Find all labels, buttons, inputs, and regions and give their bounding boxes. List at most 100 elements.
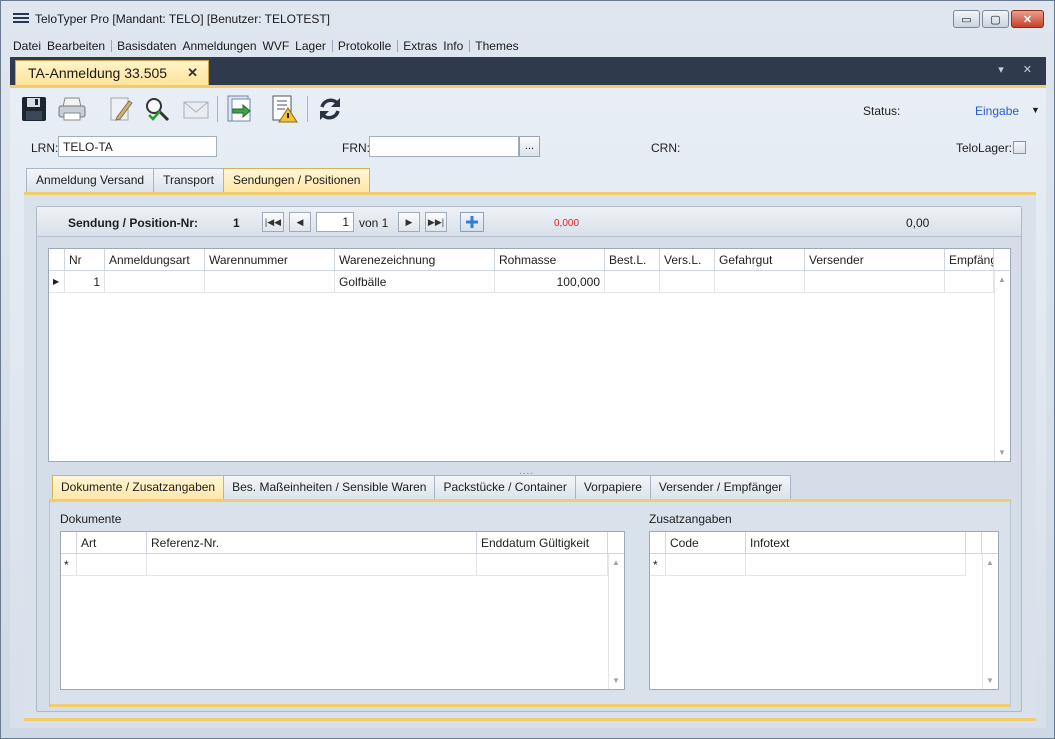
column-header[interactable]: Best.L. [605, 249, 660, 271]
cell-gefahrgut[interactable] [715, 271, 805, 293]
toolbar: Status: Eingabe ▼ [10, 88, 1046, 130]
tab-bes-masseinheiten[interactable]: Bes. Maßeinheiten / Sensible Waren [223, 475, 436, 499]
menu-themes[interactable]: Themes [475, 39, 524, 53]
edit-icon [110, 97, 133, 121]
save-button[interactable] [19, 94, 49, 124]
cell-art[interactable] [77, 554, 147, 576]
cell-best-l[interactable] [605, 271, 660, 293]
menu-datei[interactable]: Datei [13, 39, 47, 53]
first-record-button[interactable]: |◀◀ [262, 212, 284, 232]
new-row-icon: * [650, 554, 666, 576]
row-indicator-header [61, 532, 77, 554]
export-button[interactable] [224, 94, 254, 124]
menu-basisdaten[interactable]: Basisdaten [117, 39, 182, 53]
documents-header: Art Referenz-Nr. Enddatum Gültigkeit [61, 532, 624, 554]
column-header[interactable]: Referenz-Nr. [147, 532, 477, 554]
tab-dokumente-zusatzangaben[interactable]: Dokumente / Zusatzangaben [52, 475, 225, 499]
add-record-button[interactable] [460, 212, 484, 232]
frn-lookup-button[interactable]: ... [519, 136, 540, 157]
position-number-label: Sendung / Position-Nr: [68, 216, 198, 230]
menu-extras[interactable]: Extras [403, 39, 443, 53]
document-tab[interactable]: TA-Anmeldung 33.505 ✕ [15, 60, 209, 85]
vertical-scrollbar[interactable]: ▲ ▼ [982, 554, 998, 689]
telolager-checkbox[interactable] [1013, 141, 1026, 154]
column-header[interactable]: Vers.L. [660, 249, 715, 271]
last-record-button[interactable]: ▶▶| [425, 212, 447, 232]
tabstrip-controls[interactable]: ▾ ✕ [998, 63, 1040, 76]
menu-separator [111, 40, 113, 52]
column-header[interactable]: Art [77, 532, 147, 554]
tab-versender-empfaenger[interactable]: Versender / Empfänger [649, 475, 792, 499]
cell-referenz[interactable] [147, 554, 477, 576]
frn-field[interactable] [369, 136, 519, 157]
scroll-up-icon[interactable]: ▲ [998, 275, 1006, 284]
scroll-down-icon[interactable]: ▼ [986, 676, 994, 685]
menu-bearbeiten[interactable]: Bearbeiten [47, 39, 111, 53]
tab-transport[interactable]: Transport [153, 168, 224, 192]
cell-vers-l[interactable] [660, 271, 715, 293]
table-row[interactable]: ▶ 1 Golfbälle 100,000 [49, 271, 994, 293]
cell-code[interactable] [666, 554, 746, 576]
menu-lager[interactable]: Lager [295, 39, 332, 53]
print-button[interactable] [57, 94, 87, 124]
menu-protokolle[interactable]: Protokolle [338, 39, 397, 53]
column-header[interactable]: Versender [805, 249, 945, 271]
column-header[interactable]: Anmeldungsart [105, 249, 205, 271]
sendungen-panel: Sendung / Position-Nr: 1 |◀◀ ◀ 1 von 1 ▶… [24, 192, 1036, 718]
menu-info[interactable]: Info [443, 39, 469, 53]
vertical-scrollbar[interactable]: ▲ ▼ [994, 271, 1010, 461]
column-header[interactable]: Warenezeichnung [335, 249, 495, 271]
restore-button[interactable]: ▢ [982, 10, 1009, 28]
menu-wvf[interactable]: WVF [263, 39, 296, 53]
tab-close-icon[interactable]: ✕ [187, 65, 198, 81]
cell-rohmasse[interactable]: 100,000 [495, 271, 605, 293]
new-row[interactable]: * [650, 554, 966, 576]
column-header[interactable]: Enddatum Gültigkeit [477, 532, 608, 554]
blank-header [966, 532, 982, 554]
column-header[interactable]: Nr [65, 249, 105, 271]
tab-sendungen-positionen[interactable]: Sendungen / Positionen [222, 168, 371, 192]
search-button[interactable] [142, 94, 172, 124]
refresh-button[interactable] [315, 94, 345, 124]
page-input[interactable]: 1 [316, 212, 354, 232]
vertical-scrollbar[interactable]: ▲ ▼ [608, 554, 624, 689]
column-header[interactable]: Empfäng [945, 249, 994, 271]
column-header[interactable]: Code [666, 532, 746, 554]
report-button[interactable] [269, 94, 299, 124]
sum-value: 0,00 [906, 216, 930, 230]
column-header[interactable]: Gefahrgut [715, 249, 805, 271]
tab-anmeldung-versand[interactable]: Anmeldung Versand [26, 168, 155, 192]
cell-warenbezeichnung[interactable]: Golfbälle [335, 271, 495, 293]
row-pointer-icon: ▶ [49, 271, 65, 293]
close-button[interactable]: ✕ [1011, 10, 1044, 28]
previous-record-button[interactable]: ◀ [289, 212, 311, 232]
new-row[interactable]: * [61, 554, 608, 576]
tab-vorpapiere[interactable]: Vorpapiere [574, 475, 651, 499]
minimize-button[interactable]: ▭ [953, 10, 980, 28]
tab-packstuecke[interactable]: Packstücke / Container [434, 475, 576, 499]
scroll-up-icon[interactable]: ▲ [986, 558, 994, 567]
cell-warennummer[interactable] [205, 271, 335, 293]
scroll-down-icon[interactable]: ▼ [998, 448, 1006, 457]
cell-empfaenger[interactable] [945, 271, 994, 293]
cell-anmeldungsart[interactable] [105, 271, 205, 293]
lrn-field[interactable]: TELO-TA [58, 136, 217, 157]
chevron-down-icon[interactable]: ▼ [1031, 105, 1040, 115]
scroll-down-icon[interactable]: ▼ [612, 676, 620, 685]
status-value[interactable]: Eingabe [975, 104, 1019, 118]
cell-enddatum[interactable] [477, 554, 608, 576]
menu-anmeldungen[interactable]: Anmeldungen [182, 39, 262, 53]
cell-versender[interactable] [805, 271, 945, 293]
column-header[interactable]: Rohmasse [495, 249, 605, 271]
column-header[interactable]: Infotext [746, 532, 966, 554]
column-header[interactable]: Warennummer [205, 249, 335, 271]
cell-nr[interactable]: 1 [65, 271, 105, 293]
edit-button[interactable] [106, 94, 136, 124]
scroll-up-icon[interactable]: ▲ [612, 558, 620, 567]
menu-bar: Datei Bearbeiten Basisdaten Anmeldungen … [1, 37, 1054, 55]
cell-infotext[interactable] [746, 554, 966, 576]
positions-header: Nr Anmeldungsart Warennummer Warenezeich… [49, 249, 1010, 271]
mail-button[interactable] [181, 94, 211, 124]
next-record-button[interactable]: ▶ [398, 212, 420, 232]
documents-grid: Art Referenz-Nr. Enddatum Gültigkeit * ▲… [60, 531, 625, 690]
